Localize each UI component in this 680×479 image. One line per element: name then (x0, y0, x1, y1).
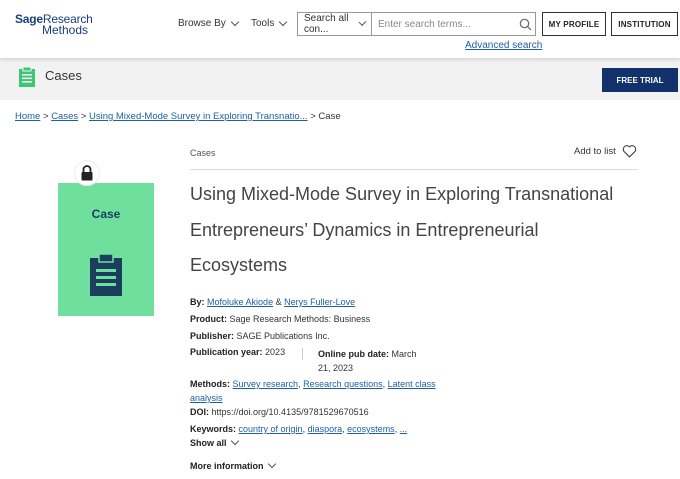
more-information-label: More information (190, 461, 264, 471)
publication-year-row: Publication year: 2023 (190, 347, 285, 357)
chevron-down-icon (279, 17, 288, 26)
chevron-down-icon (230, 17, 240, 26)
doi-value: https://doi.org/10.4135/9781529670516 (211, 407, 369, 417)
online-pub-date-value: March (391, 349, 417, 359)
publisher-value: SAGE Publications Inc. (236, 331, 330, 341)
product-row: Product: Sage Research Methods: Business (190, 314, 370, 324)
keyword-link[interactable]: diaspora (308, 424, 343, 434)
list-comma: , (394, 424, 398, 434)
clipboard-icon (19, 66, 35, 87)
online-pub-date-label: Online pub date: (318, 349, 389, 359)
nav-browse-by[interactable]: Browse By (178, 17, 240, 29)
publication-year-value: 2023 (265, 347, 286, 357)
keywords-label: Keywords: (190, 424, 237, 434)
lock-icon (74, 160, 100, 186)
list-comma: , (342, 424, 345, 434)
publisher-row: Publisher: SAGE Publications Inc. (190, 331, 330, 341)
search-bar: Search all con... (297, 12, 536, 36)
divider (302, 348, 303, 360)
sage-research-methods-logo[interactable]: SageResearch Methods (15, 12, 95, 37)
keyword-link[interactable]: ecosystems (347, 424, 395, 434)
add-to-list-label: Add to list (574, 145, 616, 157)
breadcrumb-home[interactable]: Home (15, 111, 40, 122)
breadcrumb-article[interactable]: Using Mixed-Mode Survey in Exploring Tra… (89, 111, 308, 122)
authors-row: By: Mofoluke Akiode & Nerys Fuller-Love (190, 297, 355, 307)
free-trial-button[interactable]: FREE TRIAL (602, 68, 678, 92)
methods-label: Methods: (190, 379, 230, 389)
list-comma: , (302, 424, 306, 434)
divider (190, 169, 638, 170)
more-information-toggle[interactable]: More information (190, 459, 276, 471)
breadcrumb-separator: > (310, 111, 316, 122)
keyword-more-link[interactable]: ... (400, 424, 408, 434)
cover-label: Case (91, 207, 121, 221)
search-button[interactable] (516, 13, 535, 35)
breadcrumb-current: Case (318, 111, 341, 122)
list-comma: , (382, 379, 386, 389)
institution-button[interactable]: INSTITUTION (611, 12, 678, 36)
logo-sage-text: Sage (15, 12, 43, 26)
site-header: SageResearch Methods Browse By Tools Sea… (0, 0, 680, 58)
keywords-row: Keywords: country of origin, diaspora, e… (190, 424, 407, 434)
publication-year-label: Publication year: (190, 347, 263, 357)
breadcrumb-separator: > (80, 111, 87, 122)
doi-label: DOI: (190, 407, 209, 417)
article-title: Using Mixed-Mode Survey in Exploring Tra… (190, 184, 614, 275)
breadcrumb-separator: > (42, 111, 49, 122)
chevron-down-icon (267, 459, 276, 469)
search-scope-select[interactable]: Search all con... (298, 13, 372, 35)
search-icon (519, 18, 532, 30)
doi-row: DOI: https://doi.org/10.4135/97815296705… (190, 407, 369, 417)
show-all-label: Show all (190, 438, 227, 448)
keyword-link[interactable]: country of origin (239, 424, 303, 434)
clipboard-icon (90, 253, 122, 296)
list-comma: , (298, 379, 301, 389)
section-bar: Cases FREE TRIAL (0, 58, 680, 100)
methods-row: Methods: Survey research, Research quest… (190, 377, 436, 405)
add-to-list-button[interactable]: Add to list (574, 144, 637, 158)
nav-browse-by-label: Browse By (178, 18, 226, 29)
by-label: By: (190, 297, 205, 307)
author-link[interactable]: Mofoluke Akiode (207, 297, 273, 307)
chevron-down-icon (358, 18, 367, 26)
show-all-toggle[interactable]: Show all (190, 436, 239, 448)
method-link[interactable]: analysis (190, 393, 223, 403)
nav-tools-label: Tools (251, 18, 275, 29)
author-separator: & (275, 297, 282, 307)
search-input[interactable] (371, 13, 516, 35)
breadcrumb-cases[interactable]: Cases (51, 111, 78, 122)
method-link[interactable]: Research questions (303, 379, 383, 389)
chevron-down-icon (230, 436, 239, 446)
product-value: Sage Research Methods: Business (229, 314, 371, 324)
search-scope-value: Search all con... (304, 13, 349, 35)
method-link[interactable]: Survey research (233, 379, 299, 389)
method-link[interactable]: Latent class (388, 379, 436, 389)
advanced-search-link[interactable]: Advanced search (465, 40, 542, 51)
logo-methods-text: Methods (42, 23, 89, 37)
section-title: Cases (45, 68, 82, 83)
content-type-label: Cases (190, 148, 216, 158)
case-cover-image: Case (58, 183, 154, 316)
online-pub-date-row: Online pub date: March 21, 2023 (318, 347, 417, 375)
product-label: Product: (190, 314, 227, 324)
publisher-label: Publisher: (190, 331, 235, 341)
author-link[interactable]: Nerys Fuller-Love (284, 297, 355, 307)
my-profile-button[interactable]: MY PROFILE (542, 12, 606, 36)
breadcrumb: Home > Cases > Using Mixed-Mode Survey i… (15, 111, 341, 122)
nav-tools[interactable]: Tools (251, 17, 288, 29)
online-pub-date-value-cont: 21, 2023 (318, 363, 354, 373)
heart-icon (622, 145, 636, 158)
